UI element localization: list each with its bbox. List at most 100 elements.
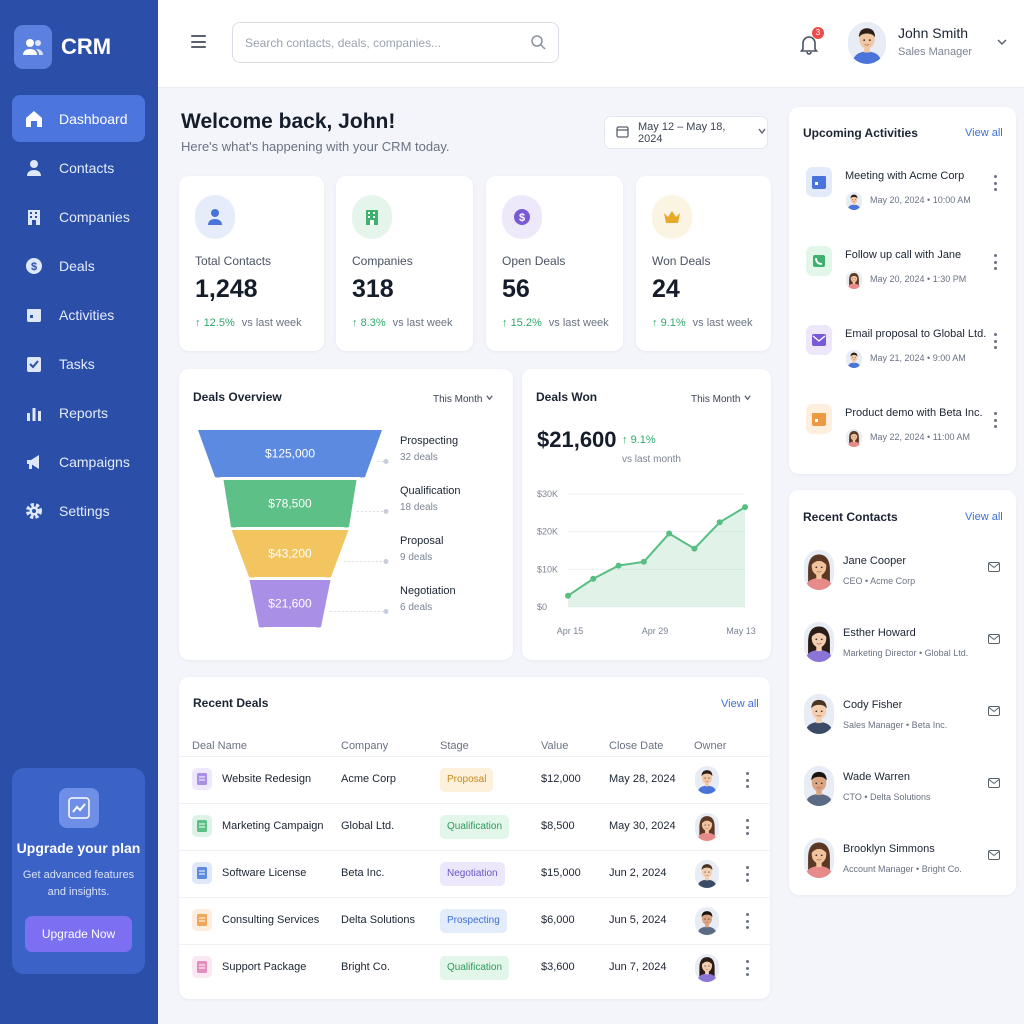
more-options-icon[interactable] — [992, 175, 998, 191]
notification-bell-icon[interactable]: 3 — [798, 27, 824, 57]
owner-avatar[interactable] — [695, 907, 719, 935]
calendar-icon — [806, 404, 832, 434]
deal-company: Bright Co. — [341, 961, 390, 973]
deal-value: $6,000 — [541, 914, 575, 926]
column-header[interactable]: Owner — [694, 740, 726, 752]
deal-name[interactable]: Website Redesign — [222, 773, 311, 785]
mail-icon[interactable] — [988, 850, 1000, 863]
column-header[interactable]: Deal Name — [192, 740, 247, 752]
search-box — [232, 22, 559, 63]
table-row[interactable]: Website Redesign Acme Corp Proposal $12,000… — [179, 756, 770, 803]
user-avatar[interactable] — [848, 22, 886, 64]
sidebar-item-deals[interactable]: $ Deals — [12, 242, 145, 289]
activity-avatar — [846, 429, 862, 447]
owner-avatar[interactable] — [695, 954, 719, 982]
more-options-icon[interactable] — [744, 866, 750, 882]
more-options-icon[interactable] — [744, 772, 750, 788]
deal-value: $15,000 — [541, 867, 581, 879]
mail-icon[interactable] — [988, 562, 1000, 575]
search-icon[interactable] — [530, 34, 546, 53]
mail-icon[interactable] — [988, 778, 1000, 791]
activity-item[interactable]: Follow up call with Jane May 20, 2024 • 1… — [804, 242, 1004, 312]
stat-card-open-deals[interactable]: $ Open Deals 56 ↑ 15.2% vs last week — [486, 176, 623, 351]
more-options-icon[interactable] — [744, 913, 750, 929]
more-options-icon[interactable] — [992, 254, 998, 270]
building-icon — [352, 195, 392, 239]
upcoming-view-all-link[interactable]: View all — [965, 127, 1003, 139]
table-row[interactable]: Marketing Campaign Global Ltd. Qualificati… — [179, 803, 770, 850]
column-header[interactable]: Value — [541, 740, 568, 752]
contact-item[interactable]: Brooklyn Simmons Account Manager • Bright… — [802, 838, 1002, 898]
activity-avatar — [846, 192, 862, 210]
sidebar-item-label: Campaigns — [59, 453, 130, 470]
stat-card-won-deals[interactable]: Won Deals 24 ↑ 9.1% vs last week — [636, 176, 771, 351]
table-row[interactable]: Software License Beta Inc. Negotiation $15,… — [179, 850, 770, 897]
more-options-icon[interactable] — [744, 819, 750, 835]
date-range-picker[interactable]: May 12 – May 18, 2024 — [604, 116, 768, 149]
page-subtitle: Here's what's happening with your CRM to… — [181, 139, 450, 154]
contact-item[interactable]: Esther Howard Marketing Director • Global… — [802, 622, 1002, 682]
owner-avatar[interactable] — [695, 766, 719, 794]
sidebar-item-activities[interactable]: Activities — [12, 291, 145, 338]
deal-company: Delta Solutions — [341, 914, 415, 926]
chart-point — [742, 504, 748, 511]
contact-role: CEO • Acme Corp — [843, 576, 916, 586]
chart-point — [666, 530, 673, 537]
sidebar-item-campaigns[interactable]: Campaigns — [12, 438, 145, 485]
more-options-icon[interactable] — [992, 412, 998, 428]
funnel-connector-dot — [383, 459, 389, 464]
search-input[interactable] — [245, 33, 515, 53]
sidebar-item-dashboard[interactable]: Dashboard — [12, 95, 145, 142]
more-options-icon[interactable] — [744, 960, 750, 976]
funnel-connector-dot — [383, 609, 389, 614]
sidebar-item-label: Companies — [59, 208, 130, 225]
column-header[interactable]: Stage — [440, 740, 469, 752]
activity-time: May 21, 2024 • 9:00 AM — [870, 353, 966, 363]
activity-item[interactable]: Email proposal to Global Ltd. May 21, 202… — [804, 321, 1004, 391]
funnel-stage-name: Negotiation — [400, 585, 456, 597]
stat-label: Won Deals — [652, 254, 711, 268]
contact-avatar — [804, 766, 834, 806]
recent-deals-view-all-link[interactable]: View all — [721, 698, 759, 710]
mail-icon[interactable] — [988, 634, 1000, 647]
contact-item[interactable]: Jane Cooper CEO • Acme Corp — [802, 550, 1002, 610]
activity-item[interactable]: Product demo with Beta Inc. May 22, 2024 … — [804, 400, 1004, 470]
checkbox-icon — [24, 354, 44, 374]
deal-name[interactable]: Support Package — [222, 961, 306, 973]
mail-icon[interactable] — [988, 706, 1000, 719]
more-options-icon[interactable] — [992, 333, 998, 349]
owner-avatar[interactable] — [695, 860, 719, 888]
chevron-down-icon[interactable] — [996, 36, 1008, 51]
close-date: Jun 5, 2024 — [609, 914, 667, 926]
app-logo[interactable]: CRM — [14, 25, 111, 69]
column-header[interactable]: Company — [341, 740, 388, 752]
sidebar-item-companies[interactable]: Companies — [12, 193, 145, 240]
svg-text:$: $ — [519, 212, 525, 224]
page-title: Welcome back, John! — [181, 110, 396, 133]
sidebar-item-reports[interactable]: Reports — [12, 389, 145, 436]
stat-card-total-contacts[interactable]: Total Contacts 1,248 ↑ 12.5% vs last week — [179, 176, 324, 351]
table-row[interactable]: Support Package Bright Co. Qualification $3… — [179, 944, 770, 991]
sidebar-item-settings[interactable]: Settings — [12, 487, 145, 534]
recent-contacts-card: Recent Contacts View all Jane Cooper CEO … — [789, 490, 1016, 895]
sidebar-item-tasks[interactable]: Tasks — [12, 340, 145, 387]
stat-value: 318 — [352, 275, 394, 303]
contact-item[interactable]: Wade Warren CTO • Delta Solutions — [802, 766, 1002, 826]
deal-name[interactable]: Marketing Campaign — [222, 820, 324, 832]
x-tick-label: Apr 29 — [642, 626, 669, 636]
contact-avatar — [804, 550, 834, 590]
deal-name[interactable]: Consulting Services — [222, 914, 319, 926]
sidebar-item-contacts[interactable]: Contacts — [12, 144, 145, 191]
menu-icon[interactable] — [191, 35, 206, 48]
deal-name[interactable]: Software License — [222, 867, 306, 879]
owner-avatar[interactable] — [695, 813, 719, 841]
column-header[interactable]: Close Date — [609, 740, 663, 752]
recent-contacts-view-all-link[interactable]: View all — [965, 511, 1003, 523]
stat-card-companies[interactable]: Companies 318 ↑ 8.3% vs last week — [336, 176, 473, 351]
upgrade-now-button[interactable]: Upgrade Now — [25, 916, 132, 952]
activity-title: Email proposal to Global Ltd. — [845, 328, 987, 340]
stage-badge: Qualification — [440, 815, 510, 839]
table-row[interactable]: Consulting Services Delta Solutions Prospe… — [179, 897, 770, 944]
activity-item[interactable]: Meeting with Acme Corp May 20, 2024 • 10:… — [804, 163, 1004, 233]
contact-item[interactable]: Cody Fisher Sales Manager • Beta Inc. — [802, 694, 1002, 754]
